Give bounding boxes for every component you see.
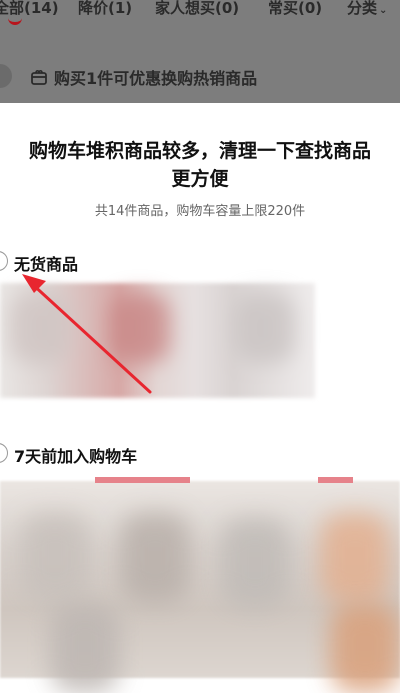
annotation-arrow-icon: [22, 274, 152, 394]
